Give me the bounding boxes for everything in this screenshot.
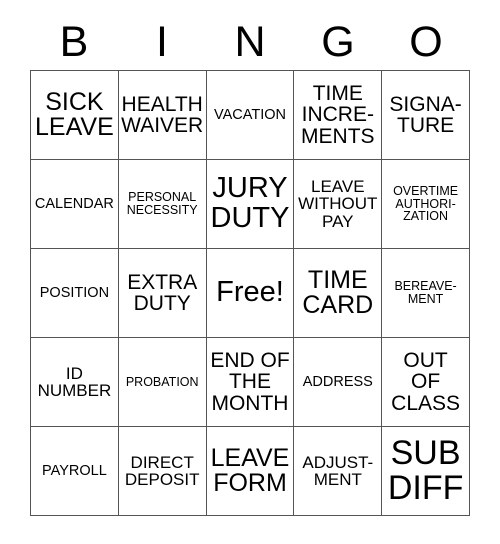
bingo-cell-b2[interactable]: CALENDAR <box>31 160 119 249</box>
bingo-cell-label: JURY DUTY <box>210 172 290 234</box>
bingo-cell-o3[interactable]: BEREAVE- MENT <box>382 249 470 338</box>
bingo-cell-g2[interactable]: LEAVE WITHOUT PAY <box>294 160 383 249</box>
bingo-cell-o5[interactable]: SUB DIFF <box>382 427 470 516</box>
free-space-label: Free! <box>216 276 284 309</box>
bingo-cell-b3[interactable]: POSITION <box>31 249 119 338</box>
bingo-cell-n2[interactable]: JURY DUTY <box>206 160 295 249</box>
bingo-cell-label: VACATION <box>214 106 286 123</box>
bingo-cell-label: OVERTIME AUTHORI- ZATION <box>393 183 459 224</box>
bingo-cell-label: SIGNA- TURE <box>389 92 462 137</box>
bingo-cell-i2[interactable]: PERSONAL NECESSITY <box>118 160 207 249</box>
header-letter-n: N <box>234 17 266 66</box>
header-letter-g: G <box>321 17 355 66</box>
bingo-cell-label: PERSONAL NECESSITY <box>126 190 198 217</box>
bingo-cell-label: DIRECT DEPOSIT <box>124 452 200 489</box>
bingo-header-row: B I N G O <box>30 14 470 70</box>
bingo-cell-g3[interactable]: TIME CARD <box>294 249 383 338</box>
bingo-cell-g4[interactable]: ADDRESS <box>294 338 383 427</box>
bingo-cell-label: PROBATION <box>125 374 199 389</box>
bingo-cell-label: CALENDAR <box>34 195 114 212</box>
bingo-cell-n4[interactable]: END OF THE MONTH <box>206 338 295 427</box>
bingo-cell-i1[interactable]: HEALTH WAIVER <box>118 71 207 160</box>
bingo-cell-n1[interactable]: VACATION <box>206 71 295 160</box>
bingo-cell-label: HEALTH WAIVER <box>121 92 204 137</box>
bingo-cell-b1[interactable]: SICK LEAVE <box>31 71 119 160</box>
bingo-cell-label: ADJUST- MENT <box>302 452 374 489</box>
bingo-cell-label: EXTRA DUTY <box>127 270 198 315</box>
bingo-cell-label: OUT OF CLASS <box>391 348 461 415</box>
header-letter-o: O <box>409 17 443 66</box>
bingo-cell-label: POSITION <box>39 284 110 301</box>
bingo-cell-n5[interactable]: LEAVE FORM <box>206 427 295 516</box>
bingo-card: B I N G O SICK LEAVE HEALTH WAIVER VACAT… <box>0 0 500 544</box>
bingo-cell-i4[interactable]: PROBATION <box>118 338 207 427</box>
bingo-cell-o1[interactable]: SIGNA- TURE <box>382 71 470 160</box>
bingo-cell-label: LEAVE WITHOUT PAY <box>298 177 378 231</box>
bingo-cell-b5[interactable]: PAYROLL <box>31 427 119 516</box>
header-letter-i: I <box>156 17 168 66</box>
bingo-cell-label: TIME CARD <box>302 265 374 319</box>
bingo-cell-free-space[interactable]: Free! <box>206 249 295 338</box>
bingo-cell-o4[interactable]: OUT OF CLASS <box>382 338 470 427</box>
bingo-grid: SICK LEAVE HEALTH WAIVER VACATION TIME I… <box>30 70 470 516</box>
bingo-cell-b4[interactable]: ID NUMBER <box>31 338 119 427</box>
bingo-cell-g5[interactable]: ADJUST- MENT <box>294 427 383 516</box>
bingo-cell-i5[interactable]: DIRECT DEPOSIT <box>118 427 207 516</box>
bingo-cell-label: LEAVE FORM <box>210 443 290 497</box>
bingo-cell-label: PAYROLL <box>42 462 107 479</box>
bingo-cell-label: END OF THE MONTH <box>210 348 290 415</box>
bingo-cell-label: SICK LEAVE <box>35 87 114 141</box>
bingo-cell-label: ADDRESS <box>302 373 373 390</box>
bingo-cell-label: SUB DIFF <box>387 434 464 507</box>
bingo-cell-o2[interactable]: OVERTIME AUTHORI- ZATION <box>382 160 470 249</box>
bingo-cell-i3[interactable]: EXTRA DUTY <box>118 249 207 338</box>
bingo-cell-g1[interactable]: TIME INCRE- MENTS <box>294 71 383 160</box>
bingo-cell-label: BEREAVE- MENT <box>394 279 457 306</box>
bingo-cell-label: ID NUMBER <box>37 363 112 400</box>
bingo-cell-label: TIME INCRE- MENTS <box>301 81 375 148</box>
header-letter-b: B <box>59 17 89 66</box>
